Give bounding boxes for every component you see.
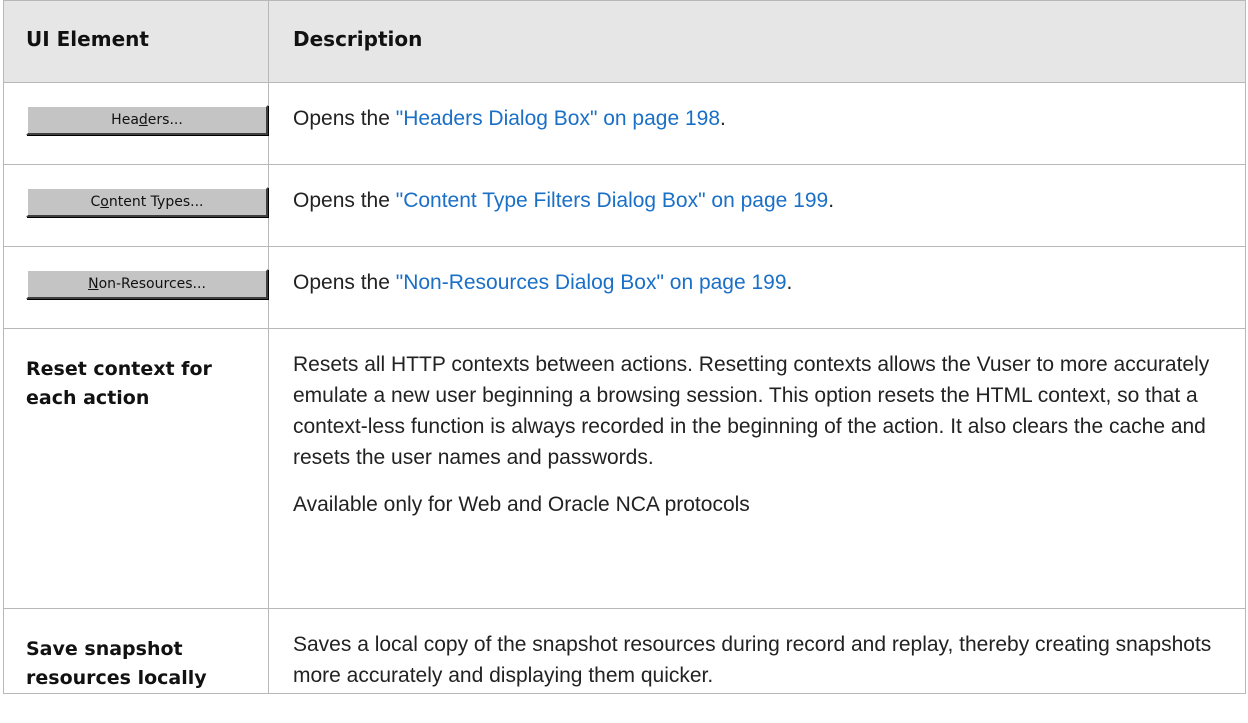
table-row: Non-Resources... Opens the "Non-Resource… xyxy=(3,246,1246,329)
table-row: Save snapshot resources locally Saves a … xyxy=(3,608,1246,694)
header-ui-element: UI Element xyxy=(3,0,269,83)
description-suffix: . xyxy=(786,271,793,294)
element-cell: Non-Resources... xyxy=(3,246,269,329)
content-types-button[interactable]: Content Types... xyxy=(26,187,268,217)
button-mnemonic: o xyxy=(100,194,109,210)
description-note: Available only for Web and Oracle NCA pr… xyxy=(293,493,750,516)
description-suffix: . xyxy=(828,189,835,212)
table-row: Content Types... Opens the "Content Type… xyxy=(3,164,1246,247)
element-cell: Headers... xyxy=(3,82,269,165)
description-cell: Opens the "Content Type Filters Dialog B… xyxy=(268,164,1246,247)
description-prefix: Opens the xyxy=(293,189,396,212)
description-cell: Opens the "Non-Resources Dialog Box" on … xyxy=(268,246,1246,329)
description-cell: Opens the "Headers Dialog Box" on page 1… xyxy=(268,82,1246,165)
description-prefix: Opens the xyxy=(293,271,396,294)
description-prefix: Opens the xyxy=(293,107,396,130)
button-label: Hea xyxy=(111,112,139,128)
description-text: Opens the "Headers Dialog Box" on page 1… xyxy=(293,103,1217,134)
non-resources-dialog-link[interactable]: "Non-Resources Dialog Box" on page 199 xyxy=(396,271,787,294)
description-text: Opens the "Non-Resources Dialog Box" on … xyxy=(293,267,1217,298)
element-name-save-snapshot: Save snapshot resources locally xyxy=(3,608,269,694)
table-header-row: UI Element Description xyxy=(3,0,1246,83)
ui-element-table: UI Element Description Headers... Opens … xyxy=(3,0,1246,694)
header-description: Description xyxy=(268,0,1246,83)
description-suffix: . xyxy=(720,107,726,130)
description-text: Saves a local copy of the snapshot resou… xyxy=(293,633,1212,687)
button-label: ntent Types... xyxy=(108,194,204,210)
description-text: Opens the "Content Type Filters Dialog B… xyxy=(293,185,1217,216)
non-resources-button[interactable]: Non-Resources... xyxy=(26,269,268,299)
element-name-reset-context: Reset context for each action xyxy=(3,328,269,609)
description-cell: Saves a local copy of the snapshot resou… xyxy=(268,608,1246,694)
button-mnemonic: N xyxy=(88,276,99,292)
button-mnemonic: d xyxy=(138,112,148,128)
content-type-filters-link[interactable]: "Content Type Filters Dialog Box" on pag… xyxy=(396,189,828,212)
button-label: C xyxy=(90,194,101,210)
element-cell: Content Types... xyxy=(3,164,269,247)
table-row: Reset context for each action Resets all… xyxy=(3,328,1246,609)
headers-dialog-link[interactable]: "Headers Dialog Box" on page 198 xyxy=(396,107,720,130)
table-row: Headers... Opens the "Headers Dialog Box… xyxy=(3,82,1246,165)
description-text: Resets all HTTP contexts between actions… xyxy=(293,353,1210,469)
description-cell: Resets all HTTP contexts between actions… xyxy=(268,328,1246,609)
headers-button[interactable]: Headers... xyxy=(26,105,268,135)
button-label: ers... xyxy=(147,112,183,128)
button-label: on-Resources... xyxy=(98,276,206,292)
